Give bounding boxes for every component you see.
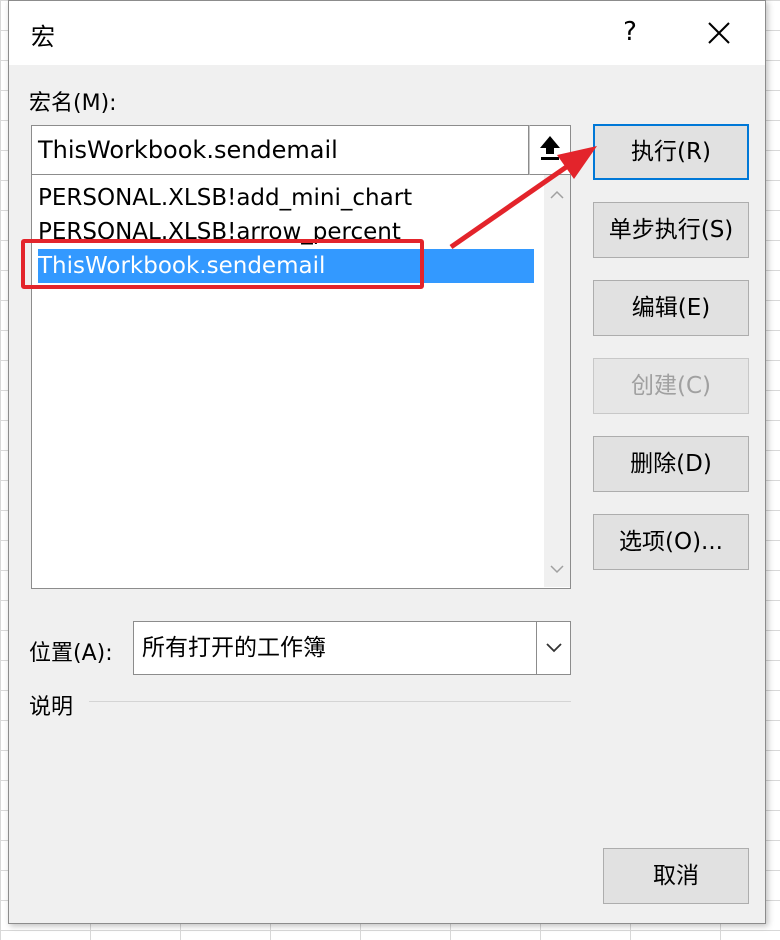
macro-dialog: 宏 ? 宏名(M): ThisWorkbook.sendemail PERSON… <box>8 0 766 924</box>
annotation-arrow <box>449 146 597 250</box>
